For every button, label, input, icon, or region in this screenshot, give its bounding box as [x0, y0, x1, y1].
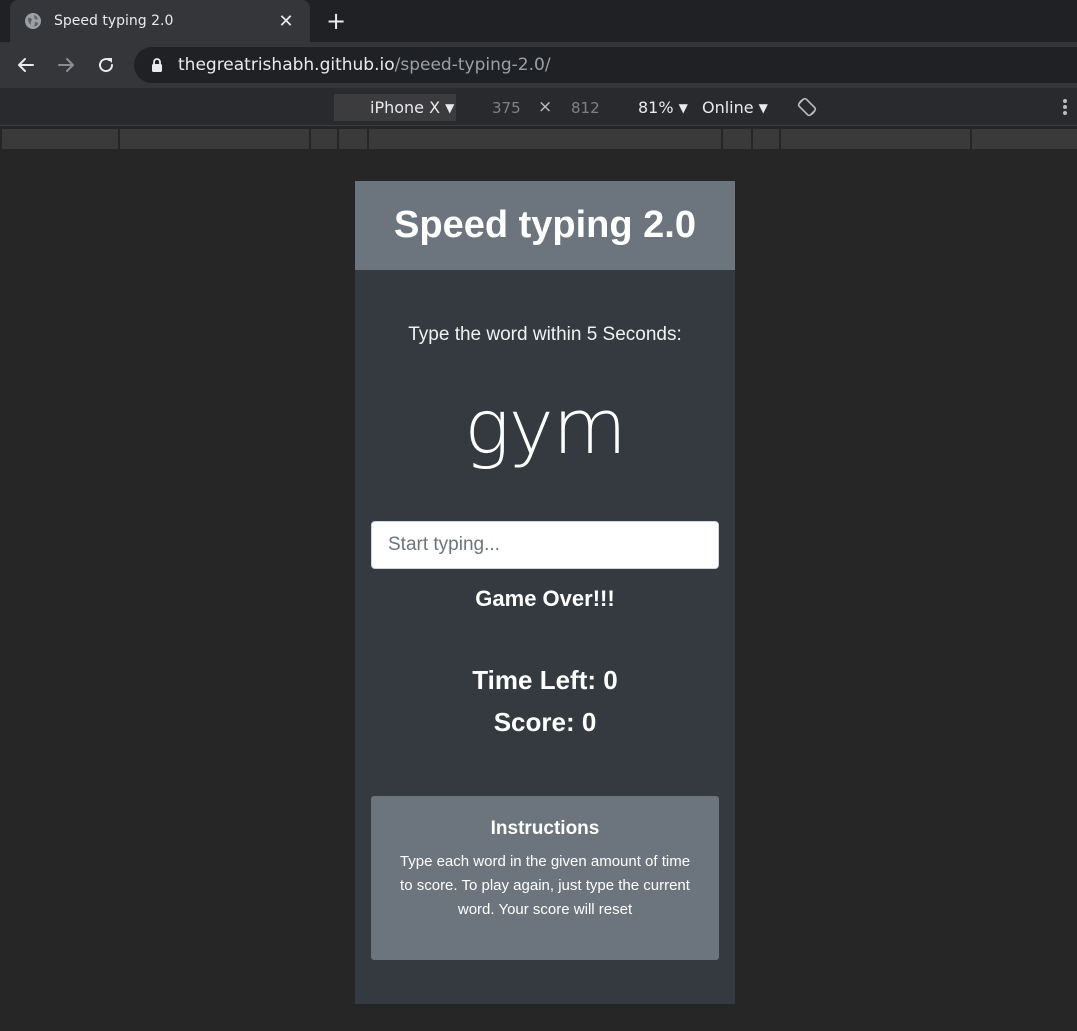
browser-tab[interactable]: Speed typing 2.0 ✕ [10, 0, 310, 42]
media-query-segment[interactable] [781, 129, 970, 149]
url-path: /speed-typing-2.0/ [394, 55, 551, 75]
media-query-segment[interactable] [311, 129, 337, 149]
device-name: iPhone X [370, 98, 441, 117]
instructions-title: Instructions [490, 818, 600, 839]
address-bar[interactable]: thegreatrishabh.github.io/speed-typing-2… [134, 47, 1077, 83]
device-viewport: Speed typing 2.0 Type the word within 5 … [355, 181, 735, 1004]
page-title: Speed typing 2.0 [394, 204, 696, 246]
media-query-segment[interactable] [2, 129, 118, 149]
score-value: 0 [581, 707, 597, 737]
network-value: Online [702, 98, 754, 117]
media-query-segment[interactable] [753, 129, 779, 149]
reload-icon[interactable] [92, 51, 120, 79]
globe-icon [24, 12, 42, 30]
prompt-prefix: Type the word within [408, 324, 587, 345]
time-left: Time Left: 0 [355, 665, 735, 696]
new-tab-button[interactable]: + [322, 7, 350, 35]
app-header: Speed typing 2.0 [355, 181, 735, 270]
media-query-segment[interactable] [339, 129, 367, 149]
instructions-card: Instructions Type each word in the given… [371, 796, 719, 960]
media-query-segment[interactable] [369, 129, 721, 149]
seconds-value: 5 [586, 324, 598, 345]
caret-down-icon: ▼ [678, 100, 688, 115]
lock-icon [150, 57, 164, 73]
media-query-segment[interactable] [972, 129, 1077, 149]
rotate-icon[interactable] [796, 96, 818, 122]
forward-icon[interactable] [52, 51, 80, 79]
time-left-label: Time Left: [472, 665, 604, 695]
close-tab-icon[interactable]: ✕ [276, 11, 296, 32]
zoom-value: 81% [638, 98, 674, 117]
word-input[interactable] [371, 521, 719, 569]
dimension-separator: × [538, 97, 553, 117]
game-message: Game Over!!! [475, 586, 615, 611]
network-select[interactable]: Online ▼ [702, 94, 768, 121]
zoom-select[interactable]: 81% ▼ [638, 94, 688, 121]
media-query-bar [0, 127, 1077, 151]
prompt-suffix: Seconds: [597, 324, 682, 345]
instructions-text: Type each word in the given amount of ti… [399, 853, 691, 918]
time-left-value: 0 [603, 665, 618, 695]
prompt-text: Type the word within 5 Seconds: [355, 324, 735, 346]
score-label: Score: [493, 707, 582, 737]
tab-title: Speed typing 2.0 [54, 13, 174, 29]
media-query-segment[interactable] [723, 129, 751, 149]
score: Score: 0 [355, 707, 735, 738]
device-select[interactable]: iPhone X ▼ [334, 94, 456, 121]
back-icon[interactable] [12, 51, 40, 79]
caret-down-icon: ▼ [445, 100, 455, 115]
current-word: gym [464, 382, 627, 471]
browser-tab-strip: Speed typing 2.0 ✕ + [0, 0, 1077, 42]
height-field[interactable]: 812 [571, 94, 600, 121]
device-toolbar: iPhone X ▼ 375 × 812 81% ▼ Online ▼ [0, 88, 1077, 126]
media-query-segment[interactable] [120, 129, 309, 149]
url-host: thegreatrishabh.github.io [178, 55, 395, 75]
width-field[interactable]: 375 [492, 94, 521, 121]
more-options-icon[interactable] [1060, 97, 1070, 119]
browser-toolbar: thegreatrishabh.github.io/speed-typing-2… [0, 42, 1077, 88]
url-text: thegreatrishabh.github.io/speed-typing-2… [178, 55, 551, 75]
caret-down-icon: ▼ [758, 100, 768, 115]
